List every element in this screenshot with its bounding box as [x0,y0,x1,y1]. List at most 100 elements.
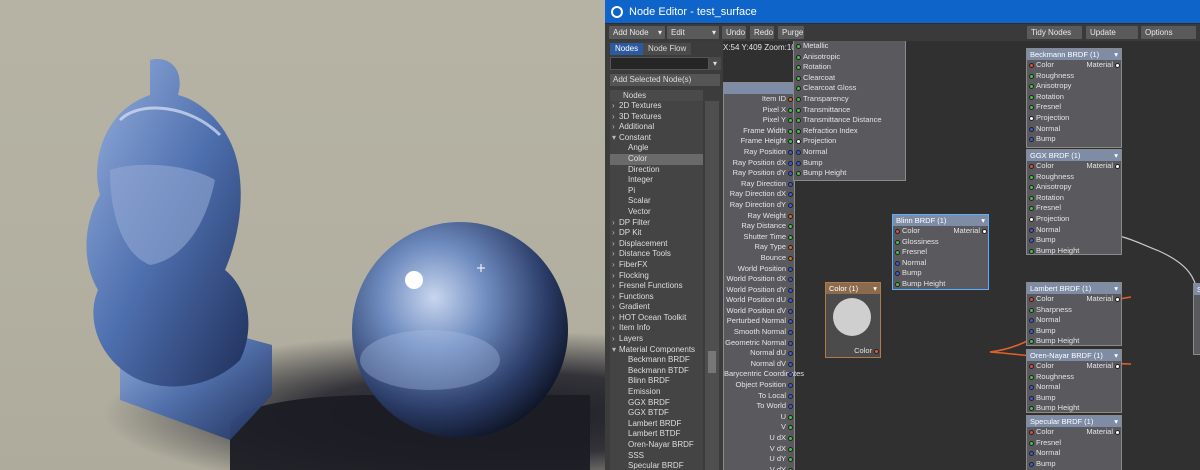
node-input-row[interactable]: Metallic [794,41,905,52]
node-input-row[interactable]: Bump Height [1027,246,1121,257]
node-input-row[interactable]: Rotation [1027,92,1121,103]
tree-item[interactable]: GGX BRDF [610,398,703,409]
input-port-icon[interactable] [796,44,801,49]
input-port-icon[interactable] [1029,164,1034,169]
beckmann-brdf-node[interactable]: Beckmann BRDF (1) ▾ Color Material Roughnes… [1026,48,1122,148]
input-port-icon[interactable] [895,239,900,245]
node-output-row[interactable]: V [724,422,794,433]
node-input-row[interactable]: Clearcoat Gloss [794,83,905,94]
oren-node-header[interactable]: Oren-Nayar BRDF (1) ▾ [1027,350,1121,361]
node-input-row[interactable]: Refraction Index [794,126,905,137]
node-input-row[interactable]: Rotation [1027,193,1121,204]
tab-nodes[interactable]: Nodes [610,43,644,55]
edit-button[interactable]: Edit ▾ [667,26,719,39]
lambert-node-header[interactable]: Lambert BRDF (1) ▾ [1027,283,1121,294]
input-port-icon[interactable] [1029,374,1034,380]
tree-item[interactable]: Angle [610,143,703,154]
node-input-row[interactable]: Projection [1027,113,1121,124]
tree-item[interactable]: Color [610,153,703,165]
output-port-icon[interactable] [788,213,793,219]
node-input-row[interactable]: Normal [1027,382,1121,393]
node-output-row[interactable]: Pixel Y [724,115,794,126]
node-output-row[interactable]: Ray Distance [724,221,794,232]
output-port-icon[interactable] [788,287,793,293]
chevron-right-icon[interactable]: › [612,281,619,292]
tree-item[interactable]: › Displacement [610,239,703,250]
output-port-icon[interactable] [1115,63,1120,68]
output-port-icon[interactable] [788,361,793,367]
node-input-row[interactable]: Normal [1027,225,1121,236]
output-port-icon[interactable] [982,229,987,234]
input-port-icon[interactable] [1029,227,1034,233]
node-output-row[interactable]: Perturbed Normal [724,316,794,327]
input-port-icon[interactable] [796,54,801,60]
node-input-row[interactable]: Anisotropy [1027,182,1121,193]
input-port-icon[interactable] [1029,440,1034,446]
tree-item[interactable]: Beckmann BRDF [610,355,703,366]
chevron-right-icon[interactable]: › [612,249,619,260]
chevron-right-icon[interactable]: › [612,292,619,303]
node-input-row[interactable]: Projection [1027,214,1121,225]
input-port-icon[interactable] [1029,195,1034,201]
chevron-right-icon[interactable]: › [612,112,619,123]
tree-item[interactable]: Pi [610,186,703,197]
input-port-icon[interactable] [1029,461,1034,467]
node-output-row[interactable]: Geometric Normal [724,338,794,349]
input-port-icon[interactable] [1029,297,1034,302]
input-port-icon[interactable] [1029,126,1034,132]
input-port-icon[interactable] [1029,63,1034,68]
node-output-row[interactable]: Pixel X [724,105,794,116]
color-node-output[interactable]: Color [826,346,880,357]
output-port-icon[interactable] [788,202,793,208]
node-input-row[interactable]: Bump Height [893,279,988,290]
input-port-icon[interactable] [1029,328,1034,334]
input-port-icon[interactable] [1029,174,1034,180]
input-port-icon[interactable] [1029,430,1034,435]
chevron-down-icon[interactable]: ▾ [873,283,877,294]
input-port-icon[interactable] [796,149,801,155]
node-input-row[interactable]: Roughness [1027,372,1121,383]
node-input-row[interactable]: Bump [1027,326,1121,337]
node-input-row[interactable]: Normal [794,147,905,158]
specular-brdf-node[interactable]: Specular BRDF (1) ▾ Color Material Fresnel N… [1026,415,1122,470]
node-input-row[interactable]: Bump [1027,393,1121,404]
node-output-row[interactable]: Normal dV [724,359,794,370]
input-port-icon[interactable] [1029,216,1034,222]
output-port-icon[interactable] [1115,364,1120,369]
output-port-icon[interactable] [788,446,793,452]
output-port-icon[interactable] [788,393,793,399]
tree-item[interactable]: Lambert BRDF [610,419,703,430]
node-output-row[interactable]: World Position dU [724,295,794,306]
redo-button[interactable]: Redo [750,26,774,39]
node-input-row[interactable]: Bump [1027,134,1121,145]
node-output-row[interactable]: To World [724,401,794,412]
node-output-row[interactable]: V dX [724,444,794,455]
update-button[interactable]: Update [1086,26,1138,39]
tree-item[interactable]: › Gradient [610,302,703,313]
node-input-row[interactable]: Fresnel [893,247,988,258]
input-port-icon[interactable] [796,107,801,113]
node-output-row[interactable]: Ray Direction dY [724,200,794,211]
node-input-row[interactable]: Normal [1027,448,1121,459]
node-output-row[interactable]: Ray Position [724,147,794,158]
tab-node-flow[interactable]: Node Flow [643,43,692,55]
input-port-icon[interactable] [1029,395,1034,401]
input-port-icon[interactable] [895,229,900,234]
tidy-nodes-button[interactable]: Tidy Nodes [1027,26,1082,39]
node-input-row[interactable]: Fresnel [1027,102,1121,113]
blinn-node-header[interactable]: Blinn BRDF (1) ▾ [893,215,988,226]
node-input-row[interactable]: Bump Height [794,168,905,179]
output-port-icon[interactable] [1115,430,1120,435]
tree-item[interactable]: › Item Info [610,323,703,334]
oren-nayar-brdf-node[interactable]: Oren-Nayar BRDF (1) ▾ Color Material Roughn… [1026,349,1122,413]
node-output-row[interactable]: Ray Direction [724,179,794,190]
tree-item[interactable]: › Flocking [610,271,703,282]
node-input-row[interactable]: Roughness [1027,71,1121,82]
tree-item[interactable]: Lambert BTDF [610,429,703,440]
input-port-icon[interactable] [796,75,801,81]
output-port-icon[interactable] [874,349,879,354]
node-output-row[interactable]: Shutter Time [724,232,794,243]
node-output-row[interactable]: U dY [724,454,794,465]
node-input-row[interactable]: Anisotropy [1027,81,1121,92]
add-selected-nodes-button[interactable]: Add Selected Node(s) [610,74,720,86]
